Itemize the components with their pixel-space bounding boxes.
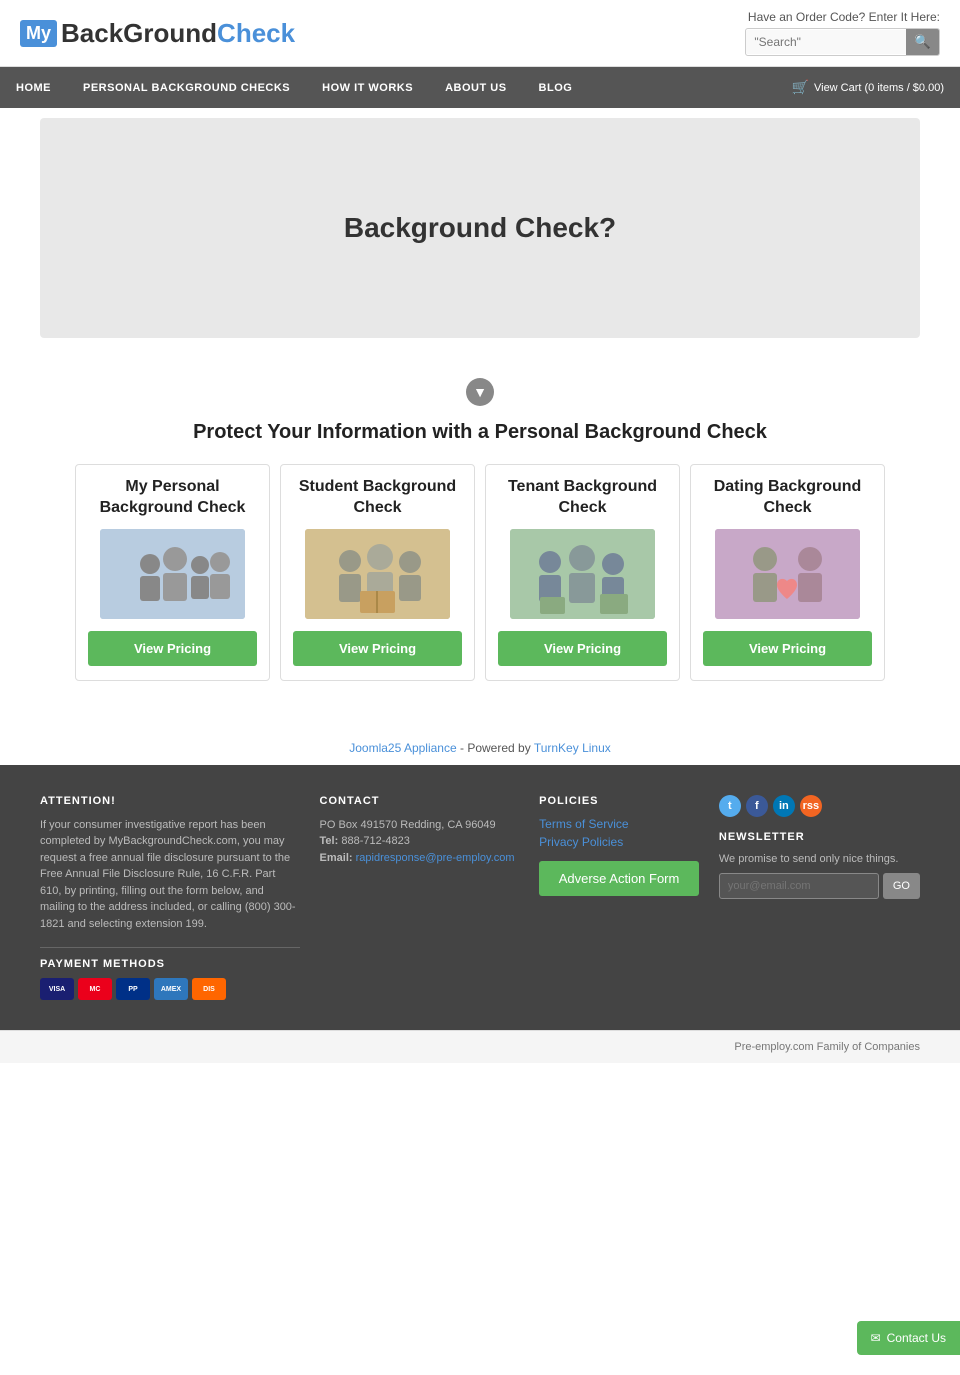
down-arrow: ▼ — [40, 378, 920, 406]
search-box: 🔍 — [745, 28, 940, 56]
paypal-icon: PP — [116, 978, 150, 1000]
card-title-3: Tenant Background Check — [498, 477, 667, 519]
newsletter-form: GO — [719, 873, 920, 899]
cart-icon: 🛒 — [792, 79, 809, 96]
logo-background: BackGround — [61, 18, 217, 48]
newsletter-email-input[interactable] — [719, 873, 879, 899]
header-right: Have an Order Code? Enter It Here: 🔍 — [745, 10, 940, 56]
main-nav: HOME PERSONAL BACKGROUND CHECKS HOW IT W… — [0, 67, 960, 108]
cards-grid: My Personal Background Check View Pricin… — [40, 464, 920, 681]
footer: ATTENTION! If your consumer investigativ… — [0, 765, 960, 1031]
view-pricing-btn-1[interactable]: View Pricing — [88, 631, 257, 666]
nav-about-us[interactable]: ABOUT US — [429, 70, 522, 106]
payment-heading: PAYMENT METHODS — [40, 958, 300, 970]
bottom-bar: Pre-employ.com Family of Companies — [0, 1030, 960, 1063]
newsletter-subtext: We promise to send only nice things. — [719, 853, 920, 865]
logo-area: My BackGroundCheck — [20, 18, 295, 49]
contact-us-label: Contact Us — [887, 1331, 946, 1345]
adverse-action-form-button[interactable]: Adverse Action Form — [539, 861, 699, 896]
search-button[interactable]: 🔍 — [906, 29, 939, 55]
policies-heading: POLICIES — [539, 795, 699, 807]
discover-icon: DIS — [192, 978, 226, 1000]
amex-icon: AMEX — [154, 978, 188, 1000]
footer-contact: CONTACT PO Box 491570 Redding, CA 96049 … — [320, 795, 520, 1001]
card-title-4: Dating Background Check — [703, 477, 872, 519]
card-image-3 — [510, 529, 655, 619]
powered-by: Joomla25 Appliance - Powered by TurnKey … — [0, 711, 960, 765]
card-my-personal: My Personal Background Check View Pricin… — [75, 464, 270, 681]
logo-my-badge: My — [20, 20, 57, 47]
card-image-4 — [715, 529, 860, 619]
contact-po: PO Box 491570 Redding, CA 96049 — [320, 817, 520, 834]
contact-tel: Tel: 888-712-4823 — [320, 833, 520, 850]
attention-text: If your consumer investigative report ha… — [40, 817, 300, 933]
search-input[interactable] — [746, 30, 906, 54]
order-code-label: Have an Order Code? Enter It Here: — [745, 10, 940, 24]
card-student: Student Background Check View Pricing — [280, 464, 475, 681]
header: My BackGroundCheck Have an Order Code? E… — [0, 0, 960, 67]
contact-email: Email: rapidresponse@pre-employ.com — [320, 850, 520, 867]
contact-us-button[interactable]: ✉ Contact Us — [857, 1321, 960, 1355]
nav-how-it-works[interactable]: HOW IT WORKS — [306, 70, 429, 106]
footer-attention: ATTENTION! If your consumer investigativ… — [40, 795, 300, 1001]
logo-check: Check — [217, 18, 295, 48]
powered-by-suffix: - Powered by — [460, 741, 534, 755]
nav-home[interactable]: HOME — [0, 70, 67, 106]
mastercard-icon: MC — [78, 978, 112, 1000]
social-icons: t f in rss — [719, 795, 920, 817]
newsletter-area: NEWSLETTER We promise to send only nice … — [719, 831, 920, 899]
attention-heading: ATTENTION! — [40, 795, 300, 807]
protect-section: ▼ Protect Your Information with a Person… — [0, 348, 960, 711]
card-title-1: My Personal Background Check — [88, 477, 257, 519]
footer-columns: ATTENTION! If your consumer investigativ… — [40, 795, 920, 1001]
view-pricing-btn-2[interactable]: View Pricing — [293, 631, 462, 666]
rss-icon[interactable]: rss — [800, 795, 822, 817]
terms-of-service-link[interactable]: Terms of Service — [539, 817, 699, 831]
cart-area[interactable]: 🛒 View Cart (0 items / $0.00) — [776, 67, 960, 108]
view-pricing-btn-3[interactable]: View Pricing — [498, 631, 667, 666]
turnkey-link[interactable]: TurnKey Linux — [534, 741, 611, 755]
facebook-icon[interactable]: f — [746, 795, 768, 817]
nav-links: HOME PERSONAL BACKGROUND CHECKS HOW IT W… — [0, 70, 588, 106]
tel-label: Tel: — [320, 835, 339, 847]
visa-card-icon: VISA — [40, 978, 74, 1000]
card-image-2 — [305, 529, 450, 619]
cart-label: View Cart (0 items / $0.00) — [814, 82, 944, 94]
card-dating: Dating Background Check View Pricing — [690, 464, 885, 681]
contact-heading: CONTACT — [320, 795, 520, 807]
section-title: Protect Your Information with a Personal… — [40, 421, 920, 444]
twitter-icon[interactable]: t — [719, 795, 741, 817]
down-arrow-icon: ▼ — [466, 378, 494, 406]
privacy-policies-link[interactable]: Privacy Policies — [539, 835, 699, 849]
card-title-2: Student Background Check — [293, 477, 462, 519]
view-pricing-btn-4[interactable]: View Pricing — [703, 631, 872, 666]
footer-right: t f in rss NEWSLETTER We promise to send… — [719, 795, 920, 1001]
newsletter-heading: NEWSLETTER — [719, 831, 920, 843]
email-link[interactable]: rapidresponse@pre-employ.com — [356, 852, 515, 864]
card-image-1 — [100, 529, 245, 619]
hero-banner: Background Check? — [40, 118, 920, 338]
card-tenant: Tenant Background Check View Pricing — [485, 464, 680, 681]
nav-blog[interactable]: BLOG — [523, 70, 589, 106]
newsletter-submit-button[interactable]: GO — [883, 873, 920, 899]
tel-number: 888-712-4823 — [341, 835, 410, 847]
hero-title: Background Check? — [324, 192, 636, 264]
footer-policies: POLICIES Terms of Service Privacy Polici… — [539, 795, 699, 1001]
payment-cards: VISA MC PP AMEX DIS — [40, 978, 300, 1000]
logo-text: BackGroundCheck — [61, 18, 295, 49]
bottom-bar-text: Pre-employ.com Family of Companies — [734, 1041, 920, 1053]
joomla-link[interactable]: Joomla25 Appliance — [349, 741, 456, 755]
linkedin-icon[interactable]: in — [773, 795, 795, 817]
email-label: Email: — [320, 852, 353, 864]
nav-personal-bg-checks[interactable]: PERSONAL BACKGROUND CHECKS — [67, 70, 306, 106]
